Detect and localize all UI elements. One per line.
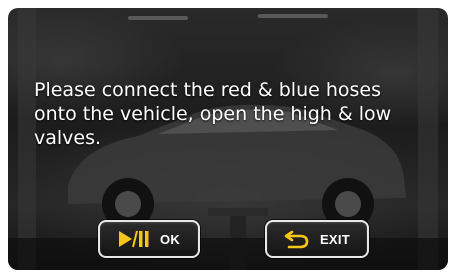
- exit-button[interactable]: EXIT: [265, 220, 369, 258]
- return-arrow-icon: [284, 229, 310, 249]
- exit-button-label: EXIT: [319, 231, 351, 247]
- message-line-3: valves.: [34, 127, 102, 149]
- dialog-screen: Please connect the red & blue hoses onto…: [8, 8, 448, 270]
- play-pause-icon: [118, 230, 150, 248]
- message-line-2: onto the vehicle, open the high & low: [34, 103, 392, 125]
- ok-button-label: OK: [159, 231, 181, 247]
- ok-button[interactable]: OK: [98, 220, 200, 258]
- instruction-message: Please connect the red & blue hoses onto…: [34, 78, 444, 150]
- message-line-1: Please connect the red & blue hoses: [34, 79, 382, 101]
